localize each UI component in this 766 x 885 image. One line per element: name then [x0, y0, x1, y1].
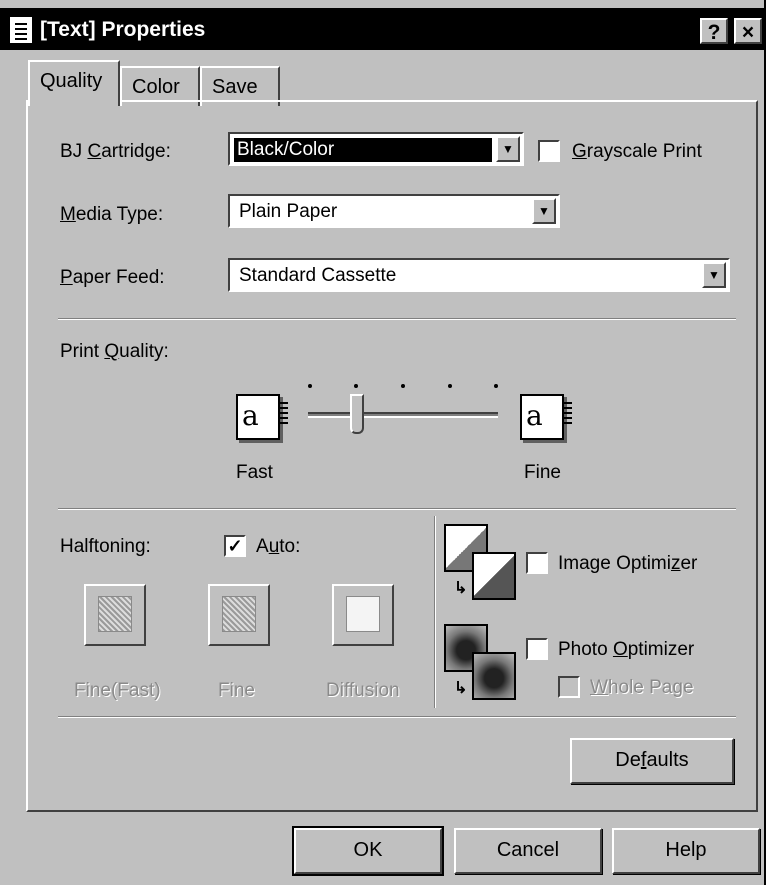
- image-optimizer-checkbox[interactable]: [526, 552, 548, 574]
- chevron-down-icon[interactable]: ▼: [532, 198, 556, 224]
- chevron-down-icon[interactable]: ▼: [702, 262, 726, 288]
- defaults-button[interactable]: Defaults: [570, 738, 734, 784]
- auto-label[interactable]: Auto:: [256, 536, 300, 558]
- halftone-diffusion-button[interactable]: [332, 584, 394, 646]
- paper-feed-value: Standard Cassette: [239, 265, 397, 286]
- halftone-fine-label: Fine: [218, 680, 255, 701]
- whole-page-label: Whole Page: [590, 677, 694, 698]
- halftoning-label: Halftoning:: [60, 536, 151, 557]
- image-optimizer-label[interactable]: Image Optimizer: [558, 553, 697, 575]
- paper-feed-select[interactable]: Standard Cassette ▼: [228, 258, 730, 292]
- grayscale-print-checkbox[interactable]: [538, 140, 560, 162]
- bj-cartridge-value: Black/Color: [234, 138, 492, 162]
- slider-tick: [448, 384, 452, 388]
- divider: [58, 318, 736, 320]
- draft-page-icon: a: [236, 394, 288, 440]
- print-quality-slider-thumb[interactable]: [349, 394, 364, 434]
- chevron-down-icon[interactable]: ▼: [496, 136, 520, 162]
- document-icon: [10, 17, 32, 43]
- slider-tick: [401, 384, 405, 388]
- halftone-fine-button[interactable]: [208, 584, 270, 646]
- photo-optimizer-label[interactable]: Photo Optimizer: [558, 639, 694, 661]
- tab-quality[interactable]: Quality: [28, 60, 120, 106]
- photo-optimizer-icon: ↳: [444, 624, 520, 702]
- title-bar[interactable]: [Text] Properties ? ×: [0, 8, 766, 50]
- ok-button[interactable]: OK: [292, 826, 444, 876]
- slider-tick: [354, 384, 358, 388]
- whole-page-checkbox[interactable]: [558, 676, 580, 698]
- halftone-diffusion-label: Diffusion: [326, 680, 400, 701]
- bj-cartridge-select[interactable]: Black/Color ▼: [228, 132, 524, 166]
- window-title: [Text] Properties: [40, 18, 206, 41]
- fine-label: Fine: [524, 462, 561, 483]
- divider: [58, 508, 736, 510]
- photo-optimizer-checkbox[interactable]: [526, 638, 548, 660]
- vertical-divider: [434, 516, 436, 708]
- media-type-label: Media Type:: [60, 204, 164, 225]
- help-title-button[interactable]: ?: [700, 18, 728, 44]
- divider: [58, 716, 736, 718]
- cube-pattern-icon: [222, 596, 256, 632]
- print-quality-slider[interactable]: [308, 412, 498, 418]
- grayscale-print-label[interactable]: Grayscale Print: [572, 141, 702, 163]
- slider-tick: [494, 384, 498, 388]
- print-quality-label: Print Quality:: [60, 341, 169, 362]
- halftone-fine-fast-button[interactable]: [84, 584, 146, 646]
- media-type-value: Plain Paper: [239, 201, 338, 222]
- close-title-button[interactable]: ×: [734, 18, 762, 44]
- halftone-fine-fast-label: Fine(Fast): [74, 680, 161, 701]
- cancel-button[interactable]: Cancel: [454, 828, 602, 874]
- help-button[interactable]: Help: [612, 828, 760, 874]
- cube-pattern-icon: [98, 596, 132, 632]
- auto-checkbox[interactable]: ✓: [224, 535, 246, 557]
- slider-tick: [308, 384, 312, 388]
- fine-page-icon: a: [520, 394, 572, 440]
- properties-dialog: [Text] Properties ? × Quality Color Save…: [0, 0, 766, 885]
- fast-label: Fast: [236, 462, 273, 483]
- bj-cartridge-label: BJ Cartridge:: [60, 141, 171, 162]
- paper-feed-label: Paper Feed:: [60, 267, 165, 288]
- media-type-select[interactable]: Plain Paper ▼: [228, 194, 560, 228]
- image-optimizer-icon: ↳: [444, 524, 520, 602]
- cube-diffusion-icon: [346, 596, 380, 632]
